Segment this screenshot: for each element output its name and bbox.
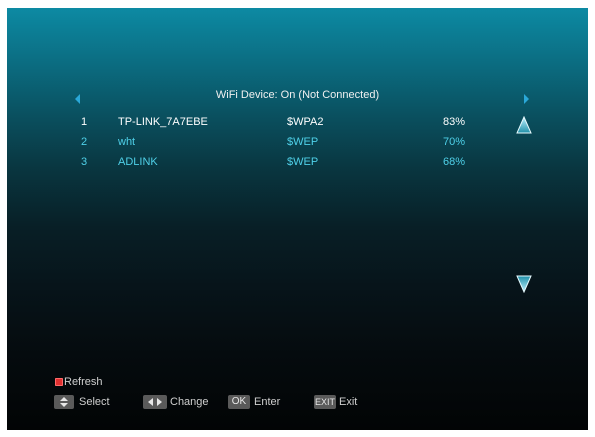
network-security: $WEP bbox=[287, 156, 319, 168]
change-label: Change bbox=[170, 396, 209, 408]
network-row-2[interactable]: 2 wht $WEP 70% bbox=[7, 134, 588, 154]
wifi-header: WiFi Device: On (Not Connected) bbox=[7, 88, 588, 108]
network-signal: 68% bbox=[443, 156, 466, 168]
network-ssid: ADLINK bbox=[118, 156, 158, 168]
network-number: 1 bbox=[81, 116, 88, 128]
network-security: $WPA2 bbox=[287, 116, 324, 128]
red-key-icon[interactable] bbox=[55, 378, 63, 386]
wifi-device-status: WiFi Device: On (Not Connected) bbox=[215, 89, 380, 101]
network-security: $WEP bbox=[287, 136, 319, 148]
wifi-screen: WiFi Device: On (Not Connected) 1 TP-LIN… bbox=[7, 8, 588, 430]
left-right-key-icon[interactable] bbox=[143, 395, 167, 409]
select-label: Select bbox=[79, 396, 110, 408]
left-right-arrows-icon bbox=[148, 398, 162, 406]
refresh-label: Refresh bbox=[64, 376, 103, 388]
network-row-3[interactable]: 3 ADLINK $WEP 68% bbox=[7, 154, 588, 174]
network-number: 3 bbox=[81, 156, 88, 168]
network-signal: 70% bbox=[443, 136, 466, 148]
up-down-key-icon[interactable] bbox=[54, 395, 74, 409]
enter-label: Enter bbox=[254, 396, 281, 408]
network-ssid: wht bbox=[118, 136, 136, 148]
footer-hints: Refresh Select Change OK Enter EXIT Exit bbox=[7, 368, 588, 428]
network-signal: 83% bbox=[443, 116, 466, 128]
up-arrow-icon[interactable] bbox=[516, 116, 532, 134]
up-down-arrows-icon bbox=[60, 397, 68, 407]
exit-key[interactable]: EXIT bbox=[314, 395, 336, 409]
ok-key[interactable]: OK bbox=[228, 395, 250, 409]
down-arrow-icon[interactable] bbox=[516, 275, 532, 293]
exit-label: Exit bbox=[339, 396, 358, 408]
right-triangle-icon[interactable] bbox=[524, 94, 529, 104]
network-number: 2 bbox=[81, 136, 88, 148]
network-ssid: TP-LINK_7A7EBE bbox=[118, 116, 208, 128]
network-row-1[interactable]: 1 TP-LINK_7A7EBE $WPA2 83% bbox=[7, 114, 588, 134]
